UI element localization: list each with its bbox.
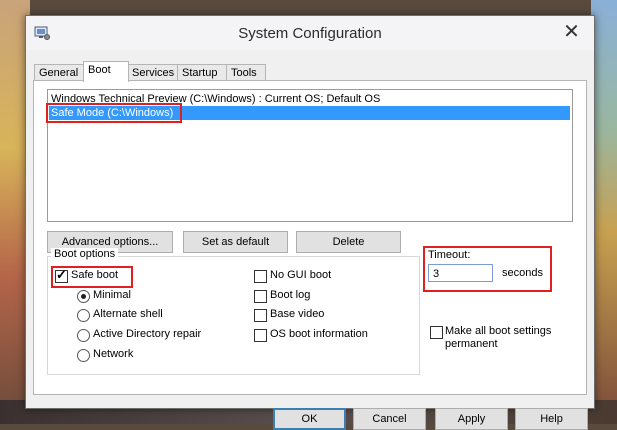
network-label: Network [93, 348, 134, 360]
boot-os-list[interactable]: Windows Technical Preview (C:\Windows) :… [47, 89, 573, 222]
boot-options-label: Boot options [51, 248, 119, 260]
os-boot-information-checkbox[interactable] [254, 329, 267, 342]
title-bar[interactable]: System Configuration ✕ [26, 16, 594, 50]
network-radio[interactable] [77, 349, 90, 362]
timeout-unit-label: seconds [502, 267, 543, 279]
minimal-radio[interactable] [77, 290, 90, 303]
window-title: System Configuration [238, 25, 382, 42]
safe-boot-label: Safe boot [71, 269, 119, 281]
timeout-label: Timeout: [428, 249, 471, 261]
no-gui-boot-checkbox[interactable] [254, 270, 267, 283]
list-item-safe-mode[interactable]: Safe Mode (C:\Windows) [49, 106, 570, 120]
tab-general[interactable]: General [34, 64, 84, 81]
set-as-default-button[interactable]: Set as default [183, 231, 288, 253]
make-permanent-checkbox[interactable] [430, 326, 443, 339]
base-video-checkbox[interactable] [254, 309, 267, 322]
boot-log-label: Boot log [270, 289, 311, 301]
tab-services[interactable]: Services [127, 64, 179, 81]
boot-log-checkbox[interactable] [254, 290, 267, 303]
cancel-button[interactable]: Cancel [353, 408, 426, 430]
os-boot-information-label: OS boot information [270, 328, 368, 340]
safe-boot-checkbox[interactable] [55, 267, 68, 283]
minimal-label: Minimal [93, 289, 131, 301]
list-item-current-os[interactable]: Windows Technical Preview (C:\Windows) :… [49, 92, 570, 106]
active-directory-repair-radio[interactable] [77, 329, 90, 342]
alternate-shell-radio[interactable] [77, 309, 90, 322]
apply-button[interactable]: Apply [435, 408, 508, 430]
tab-boot[interactable]: Boot [83, 61, 129, 82]
help-button[interactable]: Help [515, 408, 588, 430]
close-icon[interactable]: ✕ [549, 16, 594, 46]
tab-startup[interactable]: Startup [177, 64, 228, 81]
boot-tab-panel: Windows Technical Preview (C:\Windows) :… [33, 80, 587, 395]
ok-button[interactable]: OK [273, 408, 346, 430]
base-video-label: Base video [270, 308, 325, 320]
delete-button[interactable]: Delete [296, 231, 401, 253]
timeout-input[interactable]: 3 [428, 264, 493, 282]
no-gui-boot-label: No GUI boot [270, 269, 332, 281]
make-permanent-label-line2: permanent [445, 338, 498, 350]
dialog-client-area: General Boot Services Startup Tools Wind… [26, 50, 594, 430]
tab-tools[interactable]: Tools [226, 64, 266, 81]
make-permanent-label-line1: Make all boot settings [445, 325, 552, 337]
system-configuration-window: System Configuration ✕ General Boot Serv… [25, 15, 595, 430]
alternate-shell-label: Alternate shell [93, 308, 163, 320]
active-directory-repair-label: Active Directory repair [93, 328, 202, 340]
